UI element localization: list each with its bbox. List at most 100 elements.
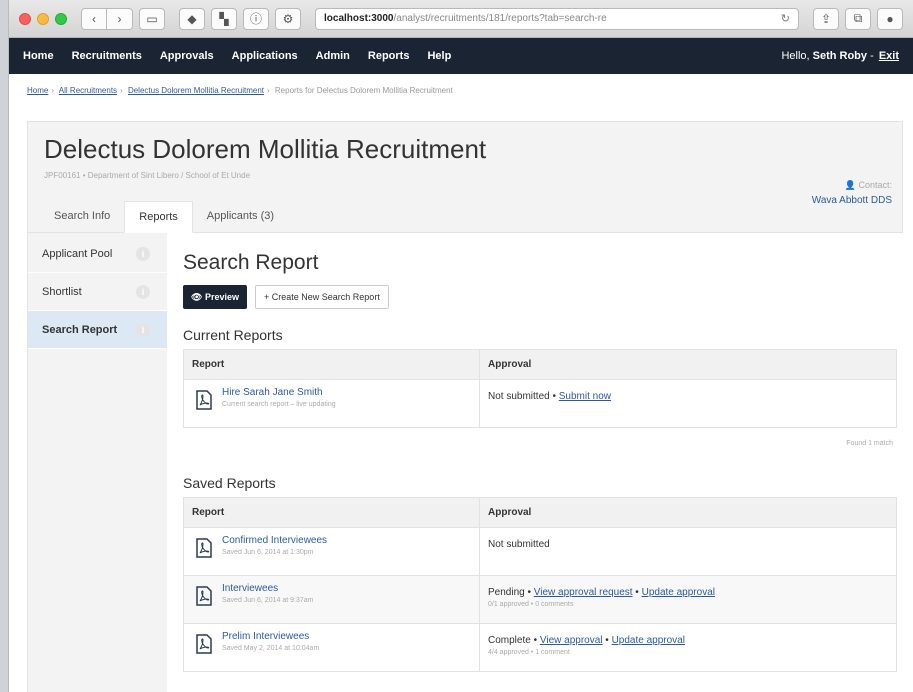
column-header-report: Report (183, 349, 480, 380)
pdf-icon (196, 390, 212, 410)
breadcrumb: Home › All Recruitments › Delectus Dolorem… (27, 86, 453, 95)
user-name: Seth Roby (812, 50, 868, 62)
nav-recruitments[interactable]: Recruitments (72, 50, 142, 62)
share-icon: ⇪ (820, 11, 832, 26)
page-title: Delectus Dolorem Mollitia Recruitment (44, 134, 487, 164)
sidebar-item-search-report[interactable]: Search Report i (28, 311, 167, 349)
report-name-link[interactable]: Hire Sarah Jane Smith (222, 387, 336, 398)
contact-name[interactable]: Wava Abbott DDS (812, 195, 892, 206)
history-buttons: ‹ › (81, 7, 133, 30)
report-actions: 👁 Preview + Create New Search Report (183, 285, 903, 309)
recruitment-subtitle: JPF00161 • Department of Sint Libero / S… (44, 171, 251, 180)
saved-reports-table: Report Approval Confirmed Interviewees S… (183, 497, 897, 672)
info-icon[interactable]: i (136, 247, 150, 261)
approval-status-text: Complete (488, 635, 531, 646)
extension-2-icon: ▚ (219, 11, 229, 26)
user-greeting: Hello, Seth Roby - Exit (781, 50, 899, 62)
zoom-window-button[interactable] (55, 12, 67, 25)
user-icon: 👤 (844, 180, 856, 190)
info-icon[interactable]: i (136, 285, 150, 299)
approval-status: Pending • View approval request • Update… (488, 587, 715, 598)
report-name-link[interactable]: Confirmed Interviewees (222, 535, 327, 546)
minimize-window-button[interactable] (37, 12, 49, 25)
approval-status: Not submitted (488, 535, 888, 550)
url-host: localhost:3000 (324, 13, 394, 24)
submit-now-link[interactable]: Submit now (559, 391, 611, 402)
table-row: Interviewees Saved Jun 6, 2014 at 9:37am… (183, 575, 897, 624)
extension-3-button[interactable]: ⓘ (243, 7, 269, 30)
recruitment-tabs: Search Info Reports Applicants (3) (40, 201, 288, 233)
tabs-button[interactable]: ⧉ (845, 7, 871, 30)
breadcrumb-home[interactable]: Home (27, 86, 48, 95)
column-header-report: Report (183, 497, 480, 528)
view-approval-request-link[interactable]: View approval request (534, 587, 633, 598)
extension-1-button[interactable]: ◆ (179, 7, 205, 30)
nav-home[interactable]: Home (23, 50, 54, 62)
nav-reports[interactable]: Reports (368, 50, 410, 62)
saved-reports-heading: Saved Reports (183, 475, 276, 491)
nav-help[interactable]: Help (427, 50, 451, 62)
create-label: Create New Search Report (271, 292, 380, 302)
current-reports-table: Report Approval Hire Sarah Jane Smith Cu… (183, 349, 897, 428)
breadcrumb-all-recruitments[interactable]: All Recruitments (59, 86, 117, 95)
tab-search-info[interactable]: Search Info (40, 201, 124, 233)
greeting-text: Hello, (781, 50, 810, 62)
forward-button[interactable]: › (107, 7, 133, 30)
url-path: /analyst/recruitments/181/reports?tab=se… (393, 13, 607, 24)
extension-4-button[interactable]: ⚙ (275, 7, 301, 30)
browser-toolbar: ‹ › ▭ ◆ ▚ ⓘ ⚙ localhost:3000 /analyst/re… (9, 0, 913, 38)
view-approval-link[interactable]: View approval (540, 635, 603, 646)
approval-status: Not submitted • Submit now (488, 391, 612, 402)
tab-reports[interactable]: Reports (124, 201, 193, 233)
nav-applications[interactable]: Applications (232, 50, 298, 62)
report-name-link[interactable]: Interviewees (222, 583, 313, 594)
section-title: Search Report (183, 251, 319, 274)
table-row: Hire Sarah Jane Smith Current search rep… (183, 379, 897, 428)
approval-meta: 0/1 approved • 0 comments (488, 601, 574, 608)
gear-icon: ⚙ (282, 11, 294, 26)
table-row: Prelim Interviewees Saved May 2, 2014 at… (183, 623, 897, 672)
sidebar-item-applicant-pool[interactable]: Applicant Pool i (28, 235, 167, 273)
nav-approvals[interactable]: Approvals (160, 50, 214, 62)
create-report-button[interactable]: + Create New Search Report (254, 285, 389, 309)
back-button[interactable]: ‹ (81, 7, 107, 30)
sidebar-item-label: Shortlist (42, 285, 82, 298)
info-icon[interactable]: i (136, 323, 150, 337)
chevron-left-icon: ‹ (92, 11, 96, 26)
approval-status-text: Not submitted (488, 391, 550, 402)
address-bar[interactable]: localhost:3000 /analyst/recruitments/181… (315, 7, 799, 30)
reload-icon[interactable]: ↻ (781, 12, 790, 25)
report-name-link[interactable]: Prelim Interviewees (222, 631, 319, 642)
approval-status-text: Pending (488, 587, 525, 598)
report-meta: Saved Jun 6, 2014 at 9:37am (222, 597, 314, 604)
extension-2-button[interactable]: ▚ (211, 7, 237, 30)
share-button[interactable]: ⇪ (813, 7, 839, 30)
tab-applicants[interactable]: Applicants (3) (193, 201, 288, 233)
sidebar-icon: ▭ (146, 11, 158, 26)
report-sidebar: Applicant Pool i Shortlist i Search Repo… (27, 233, 167, 692)
column-header-approval: Approval (479, 349, 897, 380)
exit-link[interactable]: Exit (879, 50, 899, 62)
update-approval-link[interactable]: Update approval (642, 587, 715, 598)
current-reports-heading: Current Reports (183, 327, 283, 343)
pdf-icon (196, 634, 212, 654)
sidebar-item-label: Search Report (42, 323, 118, 336)
close-window-button[interactable] (19, 12, 31, 25)
tabs-icon: ⧉ (853, 11, 863, 25)
breadcrumb-recruitment[interactable]: Delectus Dolorem Mollitia Recruitment (128, 86, 264, 95)
sidebar-item-label: Applicant Pool (42, 247, 113, 260)
plus-icon: + (263, 292, 270, 302)
content-area: Applicant Pool i Shortlist i Search Repo… (27, 233, 903, 692)
sidebar-toggle-button[interactable]: ▭ (139, 7, 165, 30)
nav-admin[interactable]: Admin (316, 50, 350, 62)
sidebar-item-shortlist[interactable]: Shortlist i (28, 273, 167, 311)
breadcrumb-current: Reports for Delectus Dolorem Mollitia Re… (274, 86, 453, 95)
contact-block: 👤 Contact: Wava Abbott DDS (812, 180, 892, 206)
result-count: Found 1 match (846, 440, 893, 447)
report-meta: Current search report – live updating (222, 401, 336, 408)
extension-1-icon: ◆ (187, 11, 197, 26)
extension-5-button[interactable]: ● (877, 7, 903, 30)
preview-button[interactable]: 👁 Preview (183, 285, 247, 309)
info-circle-icon: ⓘ (249, 12, 262, 26)
update-approval-link[interactable]: Update approval (612, 635, 685, 646)
